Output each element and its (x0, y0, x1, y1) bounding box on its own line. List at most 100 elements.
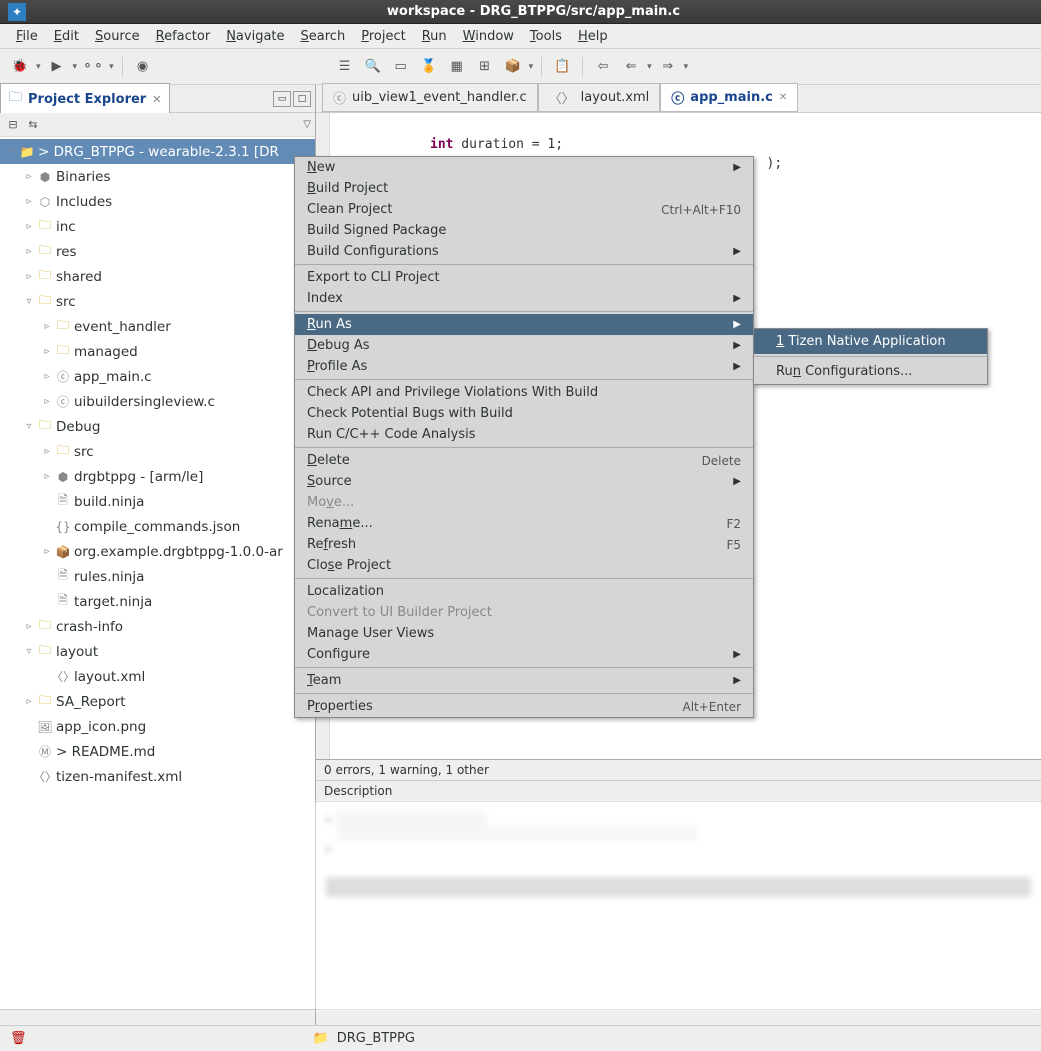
expand-icon[interactable]: ▿ (22, 421, 36, 432)
menu-item[interactable]: Index▶ (295, 288, 753, 309)
tree-row[interactable]: ▹🗀res (0, 239, 315, 264)
menu-item[interactable]: PropertiesAlt+Enter (295, 696, 753, 717)
minimize-icon[interactable]: ▭ (273, 91, 291, 107)
tree-row[interactable]: Ⓜ> README.md (0, 739, 315, 764)
problems-list[interactable]: ▸ ░░░░░░░░░░░░░░░ ░░░░░░░░░░░░░░░░░░░░░░… (316, 802, 1041, 1009)
menu-window[interactable]: Window (455, 26, 522, 47)
list-icon[interactable]: ☰ (333, 55, 357, 79)
stop-icon[interactable]: ◉ (131, 55, 155, 79)
menu-item[interactable]: Check Potential Bugs with Build (295, 403, 753, 424)
expand-icon[interactable]: ▹ (22, 621, 36, 632)
menu-item[interactable]: RefreshF5 (295, 534, 753, 555)
back-icon[interactable]: ⇦ (591, 55, 615, 79)
menu-file[interactable]: File (8, 26, 46, 47)
prev-icon[interactable]: ⇐ (619, 55, 643, 79)
menu-item[interactable]: Build Configurations▶ (295, 241, 753, 262)
tree-row[interactable]: 🗎target.ninja (0, 589, 315, 614)
expand-icon[interactable]: ▹ (40, 396, 54, 407)
submenu-item[interactable]: Run Configurations... (754, 359, 987, 384)
menu-item[interactable]: Check API and Privilege Violations With … (295, 382, 753, 403)
menu-help[interactable]: Help (570, 26, 616, 47)
editor-tab[interactable]: 〈〉layout.xml (538, 83, 661, 112)
menu-item[interactable]: Debug As▶ (295, 335, 753, 356)
menu-item[interactable]: Run C/C++ Code Analysis (295, 424, 753, 445)
tree-row[interactable]: ▹🗀crash-info (0, 614, 315, 639)
expand-icon[interactable]: ▹ (40, 371, 54, 382)
expand-icon[interactable]: ▿ (22, 646, 36, 657)
tree-row[interactable]: ▹ⓒuibuildersingleview.c (0, 389, 315, 414)
expand-icon[interactable]: ▹ (22, 696, 36, 707)
menu-item[interactable]: Export to CLI Project (295, 267, 753, 288)
menu-item[interactable]: New▶ (295, 157, 753, 178)
tree-row-project[interactable]: ▿ 📁 > DRG_BTPPG - wearable-2.3.1 [DR (0, 139, 315, 164)
submenu-item[interactable]: 1 Tizen Native Application (754, 329, 987, 354)
view-menu-icon[interactable]: ▽ (303, 119, 311, 130)
menu-run[interactable]: Run (414, 26, 455, 47)
project-tree[interactable]: ▿ 📁 > DRG_BTPPG - wearable-2.3.1 [DR ▹⬢B… (0, 137, 315, 1009)
menu-item[interactable]: Manage User Views (295, 623, 753, 644)
menu-item[interactable]: DeleteDelete (295, 450, 753, 471)
tree-row[interactable]: ▹🗀SA_Report (0, 689, 315, 714)
menu-item[interactable]: Close Project (295, 555, 753, 576)
expand-icon[interactable]: ▹ (22, 196, 36, 207)
maximize-icon[interactable]: □ (293, 91, 311, 107)
debug-icon[interactable]: 🐞 (8, 55, 32, 79)
tree-row[interactable]: 🗎build.ninja (0, 489, 315, 514)
expand-icon[interactable]: ▹ (22, 221, 36, 232)
menu-item[interactable]: Configure▶ (295, 644, 753, 665)
tree-row[interactable]: ▹📦org.example.drgbtppg-1.0.0-ar (0, 539, 315, 564)
tree-row[interactable]: {}compile_commands.json (0, 514, 315, 539)
collapse-icon[interactable]: ⊟ (4, 116, 22, 134)
menu-item[interactable]: Build Project (295, 178, 753, 199)
expand-icon[interactable]: ▹ (40, 471, 54, 482)
menu-item[interactable]: Source▶ (295, 471, 753, 492)
link-icon[interactable]: ⇆ (24, 116, 42, 134)
expand-icon[interactable]: ▿ (22, 296, 36, 307)
problems-column-header[interactable]: Description (316, 781, 1041, 802)
expand-icon[interactable]: ▿ (4, 146, 18, 157)
next-icon[interactable]: ⇒ (656, 55, 680, 79)
editor-tab[interactable]: ⓒuib_view1_event_handler.c (322, 83, 538, 112)
tree-row[interactable]: ▹⬡Includes (0, 189, 315, 214)
menu-item[interactable]: Localization (295, 581, 753, 602)
tree-row[interactable]: ▹🗀managed (0, 339, 315, 364)
run-icon[interactable]: ▶ (45, 55, 69, 79)
expand-icon[interactable]: ▹ (22, 246, 36, 257)
menu-navigate[interactable]: Navigate (218, 26, 292, 47)
expand-icon[interactable]: ▹ (40, 446, 54, 457)
tree-row[interactable]: ▹ⓒapp_main.c (0, 364, 315, 389)
menu-search[interactable]: Search (293, 26, 354, 47)
project-explorer-tab[interactable]: 🗀 Project Explorer ✕ (0, 83, 170, 114)
tree-row[interactable]: 〈〉tizen-manifest.xml (0, 764, 315, 789)
badge-icon[interactable]: 🏅 (417, 55, 441, 79)
menu-item[interactable]: Build Signed Package (295, 220, 753, 241)
package-icon[interactable]: 📦 (501, 55, 525, 79)
expand-icon[interactable]: ▹ (40, 346, 54, 357)
expand-icon[interactable]: ▹ (40, 546, 54, 557)
tree-row[interactable]: ▹🗀shared (0, 264, 315, 289)
tree-row[interactable]: 🖼app_icon.png (0, 714, 315, 739)
menu-item[interactable]: Clean ProjectCtrl+Alt+F10 (295, 199, 753, 220)
horizontal-scrollbar[interactable] (0, 1009, 315, 1025)
tree-row[interactable]: ▹🗀src (0, 439, 315, 464)
close-icon[interactable]: ✕ (779, 92, 787, 103)
expand-icon[interactable]: ▹ (22, 171, 36, 182)
tree-row[interactable]: ▹⬢Binaries (0, 164, 315, 189)
menu-tools[interactable]: Tools (522, 26, 570, 47)
save-icon[interactable]: 📋 (550, 55, 574, 79)
window-icon[interactable]: ▭ (389, 55, 413, 79)
tree-row[interactable]: ▹🗀inc (0, 214, 315, 239)
tree-row[interactable]: ▹⬢drgbtppg - [arm/le] (0, 464, 315, 489)
context-menu[interactable]: New▶Build ProjectClean ProjectCtrl+Alt+F… (294, 156, 754, 718)
run-as-submenu[interactable]: 1 Tizen Native Application Run Configurat… (753, 328, 988, 385)
expand-icon[interactable]: ▹ (22, 271, 36, 282)
tree-row[interactable]: 🗎rules.ninja (0, 564, 315, 589)
menu-item[interactable]: Rename...F2 (295, 513, 753, 534)
menu-source[interactable]: Source (87, 26, 148, 47)
close-icon[interactable]: ✕ (152, 93, 161, 106)
menu-project[interactable]: Project (353, 26, 414, 47)
horizontal-scrollbar[interactable] (316, 1009, 1041, 1025)
menu-item[interactable]: Profile As▶ (295, 356, 753, 377)
connect-icon[interactable]: ⚬⚬ (81, 55, 105, 79)
add-icon[interactable]: ⊞ (473, 55, 497, 79)
